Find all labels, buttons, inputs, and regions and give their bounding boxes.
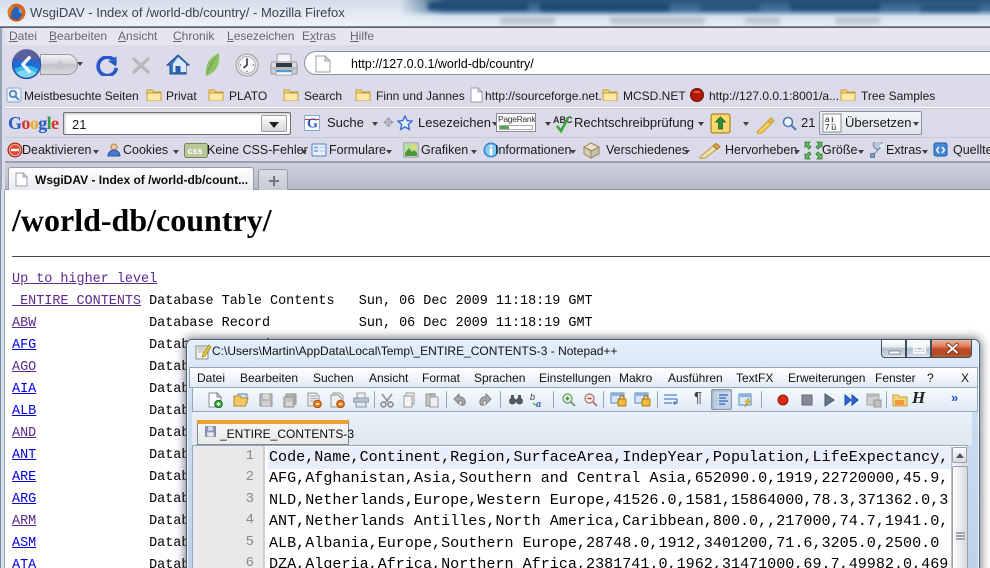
svg-text:a: a xyxy=(536,399,541,408)
svg-text:ABC: ABC xyxy=(553,115,573,125)
svg-text:b: b xyxy=(530,392,535,402)
svg-text:G: G xyxy=(307,117,318,132)
svg-text:7 ü: 7 ü xyxy=(825,123,836,132)
svg-text:css: css xyxy=(188,146,203,156)
